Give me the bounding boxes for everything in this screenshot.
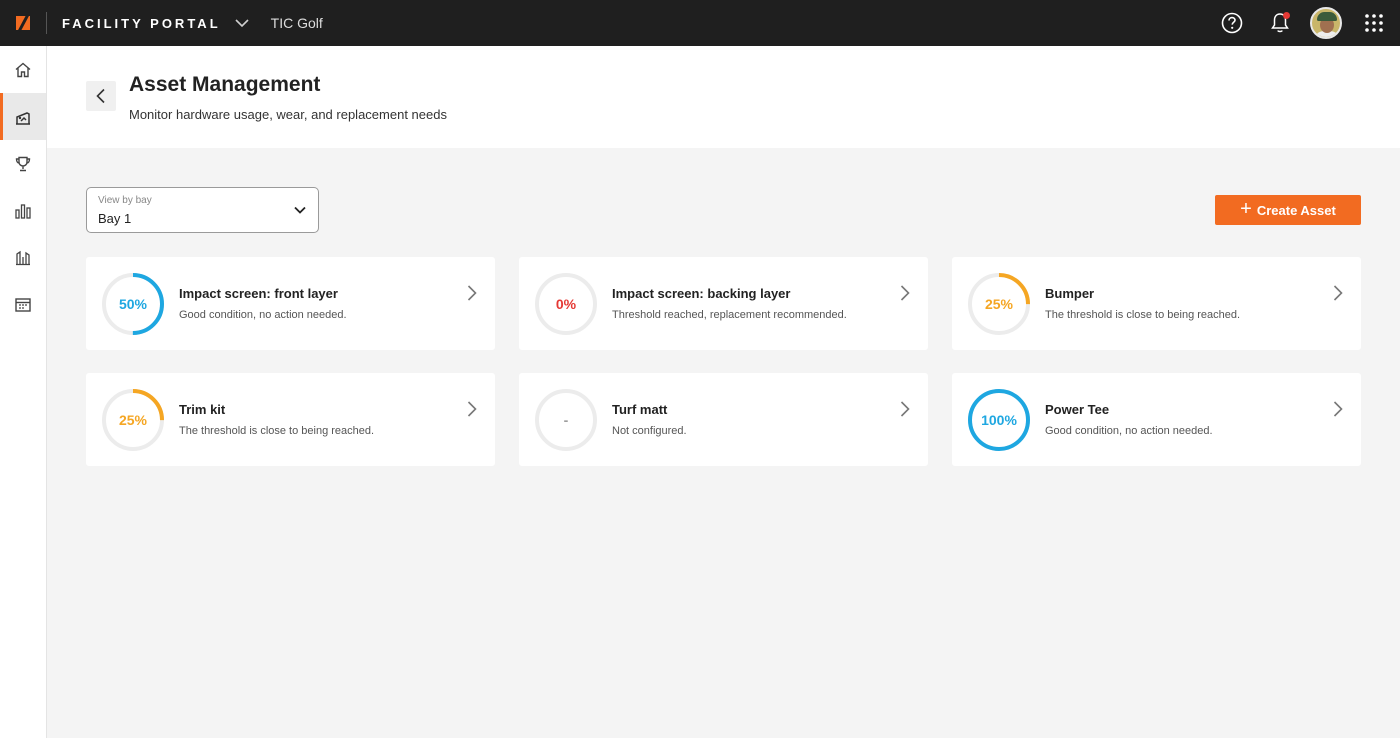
app-grid-icon[interactable] (1362, 11, 1386, 35)
bay-select-label: View by bay (98, 195, 152, 206)
bar-chart-icon (15, 203, 31, 219)
progress-ring: - (534, 388, 598, 452)
progress-label: 0% (555, 296, 577, 312)
progress-label: - (563, 412, 569, 428)
sidebar-nav (0, 46, 47, 738)
help-icon[interactable] (1220, 11, 1244, 35)
topbar-actions (1220, 0, 1386, 46)
asset-name: Impact screen: backing layer (612, 286, 791, 301)
progress-ring: 100% (967, 388, 1031, 452)
create-asset-label: Create Asset (1256, 202, 1336, 218)
progress-label: 25% (118, 412, 148, 428)
org-name[interactable]: TIC Golf (271, 15, 323, 31)
asset-status: The threshold is close to being reached. (179, 425, 375, 437)
asset-status: Threshold reached, replacement recommend… (612, 309, 847, 321)
asset-name: Trim kit (179, 402, 226, 417)
progress-label: 25% (984, 296, 1014, 312)
progress-ring: 0% (534, 272, 598, 336)
create-asset-button[interactable]: + Create Asset (1215, 195, 1361, 225)
sidebar-item-home[interactable] (0, 46, 46, 93)
progress-label: 100% (981, 412, 1017, 428)
portal-title: FACILITY PORTAL (62, 15, 221, 31)
asset-status: Good condition, no action needed. (179, 309, 347, 321)
asset-status: Good condition, no action needed. (1045, 425, 1213, 437)
user-avatar[interactable] (1310, 7, 1342, 39)
asset-card[interactable]: 25% Bumper The threshold is close to bei… (952, 257, 1361, 350)
transfer-icon (16, 250, 30, 265)
asset-name: Power Tee (1045, 402, 1110, 417)
progress-ring: 25% (101, 388, 165, 452)
asset-card[interactable]: 50% Impact screen: front layer Good cond… (86, 257, 495, 350)
asset-name: Turf matt (612, 402, 668, 417)
page-subtitle: Monitor hardware usage, wear, and replac… (129, 107, 447, 122)
progress-label: 50% (118, 296, 148, 312)
sidebar-item-reports[interactable] (0, 187, 46, 234)
sidebar-item-assets[interactable] (0, 93, 46, 140)
logo-divider (46, 12, 47, 34)
plus-icon: + (1240, 198, 1252, 220)
asset-status: Not configured. (612, 425, 687, 437)
brand-logo[interactable] (0, 0, 46, 46)
asset-card[interactable]: - Turf matt Not configured. (519, 373, 928, 466)
calendar-icon (15, 297, 31, 312)
page-title: Asset Management (129, 73, 321, 96)
bay-select[interactable]: View by bay Bay 1 (86, 187, 319, 233)
notification-bell-icon[interactable] (1268, 11, 1292, 35)
asset-card[interactable]: 25% Trim kit The threshold is close to b… (86, 373, 495, 466)
chevron-down-icon (294, 206, 306, 214)
page-header: Asset Management Monitor hardware usage,… (47, 46, 1400, 148)
asset-status: The threshold is close to being reached. (1045, 309, 1241, 321)
progress-ring: 50% (101, 272, 165, 336)
chevron-left-icon (96, 88, 105, 104)
progress-ring: 25% (967, 272, 1031, 336)
notification-dot (1283, 12, 1290, 19)
brand-logo-mark (16, 16, 30, 30)
chevron-right-icon (900, 285, 910, 301)
sidebar-item-tournaments[interactable] (0, 140, 46, 187)
hitting-bay-icon (16, 111, 30, 125)
bay-select-value: Bay 1 (98, 211, 132, 226)
home-icon (15, 62, 31, 77)
asset-card[interactable]: 0% Impact screen: backing layer Threshol… (519, 257, 928, 350)
chevron-right-icon (1333, 285, 1343, 301)
back-button[interactable] (86, 81, 116, 111)
sidebar-item-calendar[interactable] (0, 281, 46, 328)
chevron-right-icon (467, 285, 477, 301)
top-bar: FACILITY PORTAL TIC Golf (0, 0, 1400, 46)
asset-name: Bumper (1045, 286, 1095, 301)
chevron-right-icon (467, 401, 477, 417)
asset-card-grid: 50% Impact screen: front layer Good cond… (86, 257, 1361, 466)
chevron-right-icon (1333, 401, 1343, 417)
sidebar-item-transfers[interactable] (0, 234, 46, 281)
chevron-right-icon (900, 401, 910, 417)
trophy-icon (15, 156, 31, 171)
asset-name: Impact screen: front layer (179, 286, 338, 301)
asset-card[interactable]: 100% Power Tee Good condition, no action… (952, 373, 1361, 466)
chevron-down-icon[interactable] (231, 12, 253, 34)
